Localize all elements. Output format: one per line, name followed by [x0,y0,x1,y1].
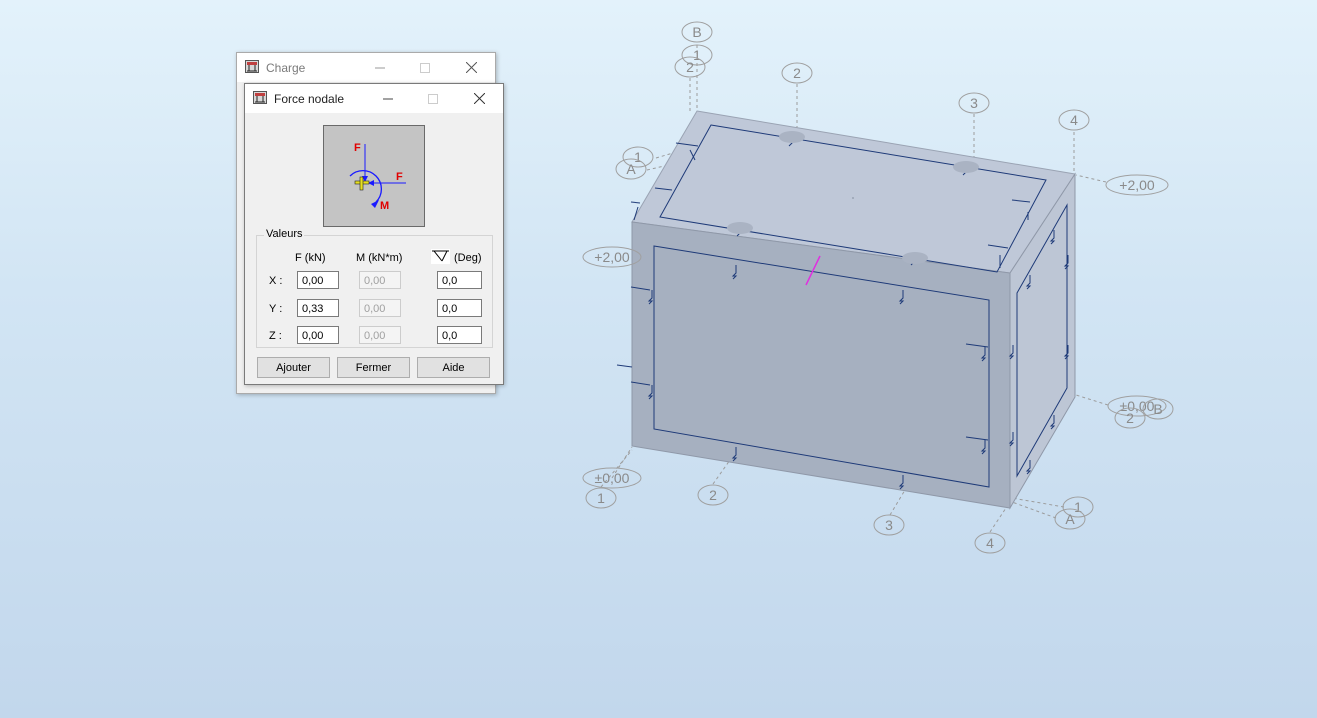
minimize-button[interactable] [366,84,410,113]
grid-bubble-label: 2 [709,487,717,503]
maximize-button[interactable] [403,53,447,82]
force-x-input[interactable] [297,271,339,289]
help-button[interactable]: Aide [417,357,490,378]
maximize-icon [420,62,430,73]
grid-bubble: ±0,00 [582,467,642,489]
charge-titlebar[interactable]: Charge [237,53,495,82]
minimize-icon [375,67,385,68]
row-label-x: X : [269,275,283,287]
grid-bubble: B [681,21,713,43]
grid-bubble-label: A [1065,511,1075,527]
maximize-button[interactable] [411,84,455,113]
row-label-z: Z : [269,330,282,342]
grid-bubble: 2 [674,56,706,78]
force-column-header: F (kN) [295,252,326,264]
grid-bubble-label: +2,00 [1119,177,1155,193]
grid-bubble-label: +2,00 [594,249,630,265]
force-nodale-titlebar[interactable]: Force nodale [245,84,503,113]
close-icon [473,93,485,104]
node-force-diagram: F F M [349,142,406,212]
grid-bubble: +2,00 [1105,174,1169,196]
grid-bubble: A [1054,508,1086,530]
close-dialog-button[interactable]: Fermer [337,357,410,378]
grid-bubble-label: 3 [885,517,893,533]
close-icon [465,62,477,73]
charge-title: Charge [266,61,306,75]
force-nodale-title: Force nodale [274,92,345,106]
close-button[interactable] [457,84,501,113]
grid-bubble-label: 2 [1126,410,1134,426]
force-nodale-dialog[interactable]: Force nodale F F M Valeurs F (kN) M (kN*… [244,83,504,385]
values-group-label: Valeurs [264,228,305,240]
grid-bubble-label: 2 [686,59,694,75]
maximize-icon [428,93,438,104]
force-y-input[interactable] [297,299,339,317]
add-button[interactable]: Ajouter [257,357,330,378]
load-app-icon [245,60,259,73]
force-z-input[interactable] [297,326,339,344]
grid-bubble: 4 [974,532,1006,554]
force-horizontal-label: F [396,171,403,183]
load-app-icon [253,91,267,104]
moment-y-input [359,299,401,317]
grid-bubble-label: B [692,24,701,40]
grid-bubble-label: 1 [597,490,605,506]
grid-bubble: 2 [781,62,813,84]
grid-bubble-label: 4 [1070,112,1078,128]
angle-icon [431,249,450,264]
angle-z-input[interactable] [437,326,482,344]
grid-bubble: 4 [1058,109,1090,131]
moment-column-header: M (kN*m) [356,252,403,264]
grid-bubble-label: B [1153,401,1162,417]
grid-bubble-label: 1 [693,47,701,63]
grid-bubble: 1 [585,487,617,509]
grid-bubble-label: A [626,161,636,177]
moment-x-input [359,271,401,289]
grid-bubble-label: ±0,00 [595,470,630,486]
force-preview-diagram: F F M [323,125,425,227]
angle-column-header: (Deg) [454,252,482,264]
close-button[interactable] [449,53,493,82]
grid-bubble: 2 [697,484,729,506]
minimize-icon [383,98,393,99]
grid-bubble-label: 3 [970,95,978,111]
values-group: Valeurs F (kN) M (kN*m) (Deg) X : Y : Z … [256,228,493,348]
moment-z-input [359,326,401,344]
grid-bubble: A [615,158,647,180]
model-viewport[interactable]: B12 2341A+2,00+2,00±0,00±0,00B21 2341A [0,0,1317,718]
grid-bubble-label: 2 [793,65,801,81]
angle-x-input[interactable] [437,271,482,289]
force-vertical-label: F [354,142,361,154]
angle-y-input[interactable] [437,299,482,317]
view-center [852,197,854,199]
grid-bubble: 2 [1114,407,1146,429]
grid-bubble: 3 [958,92,990,114]
minimize-button[interactable] [358,53,402,82]
grid-bubble: 3 [873,514,905,536]
moment-label: M [380,200,389,212]
row-label-y: Y : [269,303,283,315]
grid-bubble-label: 4 [986,535,994,551]
